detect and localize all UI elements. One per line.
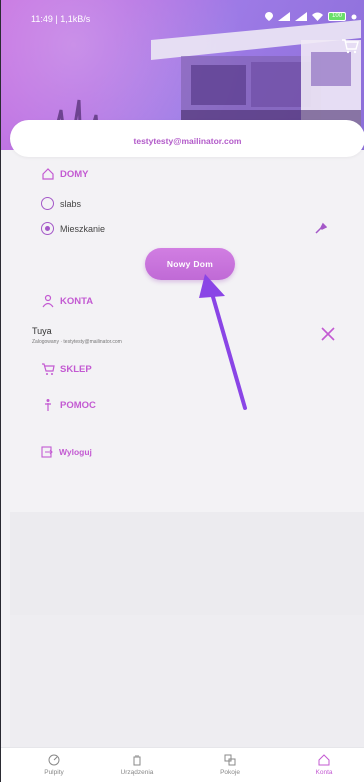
dot-icon bbox=[351, 14, 357, 19]
user-email: testytesty@mailinator.com bbox=[133, 136, 242, 146]
wrench-icon[interactable] bbox=[314, 222, 327, 235]
nav-devices[interactable]: Urządzenia bbox=[107, 754, 167, 776]
app-screen: 11:49 | 1,1kB/s 100 testytesty@mailinato… bbox=[0, 0, 364, 782]
nav-label: Pokoje bbox=[220, 769, 240, 776]
wifi-icon bbox=[312, 12, 323, 21]
rooms-icon bbox=[224, 754, 236, 766]
home-option-label: Mieszkanie bbox=[60, 223, 106, 234]
home-option-mieszkanie[interactable]: Mieszkanie bbox=[41, 222, 105, 235]
nav-dashboard[interactable]: Pulpity bbox=[24, 754, 84, 776]
nav-label: Konta bbox=[315, 769, 333, 776]
help-menu-item[interactable]: POMOC bbox=[41, 398, 96, 412]
home-option-slabs[interactable]: slabs bbox=[41, 197, 81, 210]
cart-icon bbox=[42, 363, 55, 375]
help-person-icon bbox=[45, 399, 51, 411]
account-name: Tuya bbox=[32, 326, 52, 336]
help-label: POMOC bbox=[60, 399, 96, 411]
person-icon bbox=[42, 294, 54, 308]
annotation-arrow bbox=[199, 274, 247, 410]
homes-title-label: DOMY bbox=[60, 168, 89, 180]
radio-mieszkanie[interactable] bbox=[41, 222, 54, 235]
signal-icon-2 bbox=[295, 12, 307, 21]
battery-icon: 100 bbox=[328, 12, 346, 21]
logout-menu-item[interactable]: Wyloguj bbox=[41, 446, 92, 458]
nav-accounts[interactable]: Konta bbox=[294, 754, 354, 776]
empty-area-lower bbox=[10, 615, 364, 747]
user-email-card: testytesty@mailinator.com bbox=[10, 120, 364, 157]
status-icons: 100 bbox=[265, 12, 357, 21]
shop-label: SKLEP bbox=[60, 363, 92, 375]
home-icon bbox=[42, 168, 54, 180]
status-bar: 11:49 | 1,1kB/s 100 bbox=[1, 10, 364, 30]
nav-label: Urządzenia bbox=[120, 769, 154, 776]
home-icon bbox=[318, 754, 330, 766]
account-status: Zalogowany · testytesty@mailinator.com bbox=[32, 339, 122, 345]
dashboard-icon bbox=[48, 754, 60, 766]
signal-icon bbox=[278, 12, 290, 21]
logout-icon bbox=[41, 446, 53, 458]
nav-label: Pulpity bbox=[44, 769, 64, 776]
radio-slabs[interactable] bbox=[41, 197, 54, 210]
homes-section-title: DOMY bbox=[41, 167, 89, 181]
nav-rooms[interactable]: Pokoje bbox=[200, 754, 260, 776]
home-option-label: slabs bbox=[60, 198, 82, 209]
status-time: 11:49 | 1,1kB/s bbox=[31, 14, 91, 24]
accounts-title-label: KONTA bbox=[60, 295, 94, 307]
bottom-navigation: Pulpity Urządzenia Pokoje Konta bbox=[1, 747, 364, 782]
house-illustration bbox=[151, 20, 361, 130]
logout-label: Wyloguj bbox=[59, 447, 92, 457]
device-icon bbox=[133, 755, 141, 766]
accounts-section-title: KONTA bbox=[41, 294, 93, 308]
cart-icon[interactable] bbox=[341, 38, 359, 54]
shop-menu-item[interactable]: SKLEP bbox=[41, 362, 92, 376]
location-icon bbox=[265, 12, 273, 21]
close-icon[interactable] bbox=[321, 327, 335, 341]
